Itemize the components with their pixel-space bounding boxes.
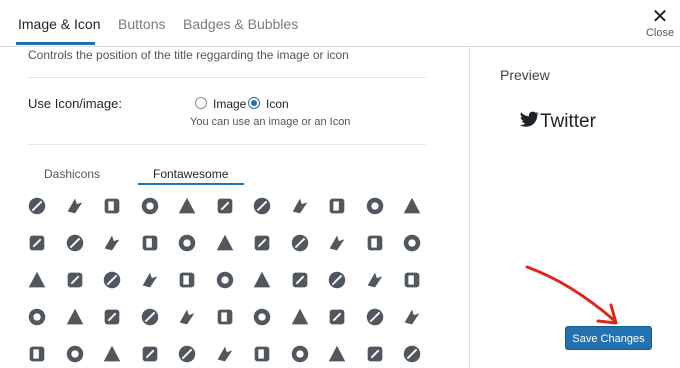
safari-icon[interactable] <box>101 306 123 328</box>
product-hunt-circle-icon[interactable] <box>364 195 386 217</box>
pinterest-square-icon[interactable] <box>289 195 311 217</box>
radio-icon-label[interactable]: Icon <box>266 97 289 111</box>
pied-piper-alt-icon[interactable] <box>101 195 123 217</box>
pinterest-icon[interactable] <box>214 195 236 217</box>
twitter-icon <box>519 111 540 127</box>
shopware-icon[interactable] <box>101 343 123 365</box>
redhat-icon[interactable] <box>176 269 198 291</box>
panel-divider <box>469 47 470 368</box>
slack-icon[interactable] <box>364 343 386 365</box>
radio-icon[interactable] <box>248 97 260 109</box>
slack-hash-icon[interactable] <box>401 343 423 365</box>
pinterest-p-icon[interactable] <box>251 195 273 217</box>
save-changes-button[interactable]: Save Changes <box>565 326 652 350</box>
tab-image-icon[interactable]: Image & Icon <box>18 16 101 32</box>
qq-icon[interactable] <box>64 232 86 254</box>
tab-fontawesome[interactable]: Fontawesome <box>153 167 228 181</box>
salesforce-icon[interactable] <box>139 306 161 328</box>
skype-icon[interactable] <box>326 343 348 365</box>
gripfire-icon[interactable] <box>64 195 86 217</box>
modal-header: Image & Icon Buttons Badges & Bubbles ✕ … <box>0 0 680 47</box>
preview-output: Twitter <box>518 108 596 133</box>
sith-icon[interactable] <box>214 343 236 365</box>
raspberry-pi-icon[interactable] <box>214 232 236 254</box>
active-tab-indicator <box>16 42 95 45</box>
icon-option-help: You can use an image or an Icon <box>190 116 351 128</box>
servicestack-icon[interactable] <box>401 306 423 328</box>
close-label: Close <box>645 27 675 39</box>
simplybuilt-icon[interactable] <box>139 343 161 365</box>
reacteurope-icon[interactable] <box>326 232 348 254</box>
preview-text: Twitter <box>540 111 596 132</box>
tab-badges-bubbles[interactable]: Badges & Bubbles <box>183 16 298 32</box>
react-icon[interactable] <box>289 232 311 254</box>
radio-image[interactable] <box>195 97 207 109</box>
sellcast-icon[interactable] <box>326 306 348 328</box>
sketch-icon[interactable] <box>251 343 273 365</box>
quinscape-icon[interactable] <box>101 232 123 254</box>
tab-buttons[interactable]: Buttons <box>118 16 165 32</box>
rev-icon[interactable] <box>364 269 386 291</box>
tron-icon[interactable] <box>401 195 423 217</box>
quora-icon[interactable] <box>139 232 161 254</box>
use-icon-label: Use Icon/image: <box>28 96 122 111</box>
active-subtab-indicator <box>138 183 244 185</box>
divider <box>28 77 426 78</box>
reddit-alien-icon[interactable] <box>101 269 123 291</box>
resolving-icon[interactable] <box>326 269 348 291</box>
preview-title: Preview <box>500 67 550 83</box>
rebel-icon[interactable] <box>401 232 423 254</box>
rocketchat-icon[interactable] <box>401 269 423 291</box>
ravelry-icon[interactable] <box>251 232 273 254</box>
title-position-help: Controls the position of the title regga… <box>28 48 349 62</box>
sass-icon[interactable] <box>176 306 198 328</box>
red-river-icon[interactable] <box>26 269 48 291</box>
playstation-icon[interactable] <box>326 195 348 217</box>
page4-icon[interactable] <box>176 195 198 217</box>
shirtsinbulk-icon[interactable] <box>26 343 48 365</box>
product-hunt-icon[interactable] <box>139 195 161 217</box>
replyd-icon[interactable] <box>251 269 273 291</box>
first-order-icon[interactable] <box>26 195 48 217</box>
sellsy-icon[interactable] <box>364 306 386 328</box>
scribd-icon[interactable] <box>251 306 273 328</box>
reddit-square-icon[interactable] <box>139 269 161 291</box>
sistrix-icon[interactable] <box>176 343 198 365</box>
settings-panel: Controls the position of the title regga… <box>0 47 469 368</box>
r-project-icon[interactable] <box>176 232 198 254</box>
tab-dashicons[interactable]: Dashicons <box>44 167 100 181</box>
readme-icon[interactable] <box>364 232 386 254</box>
reddit-icon[interactable] <box>64 269 86 291</box>
rust-icon[interactable] <box>64 306 86 328</box>
python-icon[interactable] <box>26 232 48 254</box>
researchgate-icon[interactable] <box>289 269 311 291</box>
close-icon: ✕ <box>651 6 669 28</box>
shopify-icon[interactable] <box>64 343 86 365</box>
radio-image-label[interactable]: Image <box>213 97 246 111</box>
annotation-arrow <box>525 265 618 325</box>
rockrms-icon[interactable] <box>26 306 48 328</box>
renren-icon[interactable] <box>214 269 236 291</box>
close-button[interactable]: ✕ Close <box>640 6 680 39</box>
divider <box>28 144 426 145</box>
schlix-icon[interactable] <box>214 306 236 328</box>
searchengin-icon[interactable] <box>289 306 311 328</box>
skyatlas-icon[interactable] <box>289 343 311 365</box>
